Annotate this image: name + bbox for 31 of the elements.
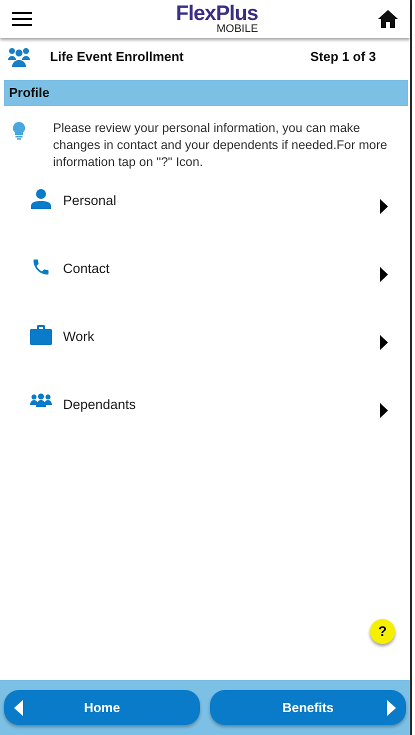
menu-item-label: Personal: [63, 192, 116, 210]
people-group-icon: [8, 47, 30, 67]
menu-item[interactable]: Dependants: [0, 395, 410, 463]
menu-icon[interactable]: [12, 12, 32, 26]
logo-subtitle: MOBILE: [216, 24, 258, 34]
right-triangle-icon: [380, 267, 388, 282]
instruction-text: Please review your personal information, you can make changes in contact and your dependents if needed.For more information tap on "?" Icon.: [53, 120, 388, 171]
menu-item[interactable]: Work: [0, 327, 410, 395]
page-title: Life Event Enrollment: [50, 48, 184, 66]
right-triangle-icon: [380, 403, 388, 418]
person-icon: [31, 189, 51, 209]
section-title: Profile: [9, 84, 50, 102]
home-icon[interactable]: [378, 10, 398, 28]
lightbulb-icon: [12, 122, 26, 140]
people-icon: [30, 393, 52, 407]
menu-item-label: Work: [63, 328, 94, 346]
briefcase-icon: [30, 325, 52, 345]
logo-title: FlexPlus: [176, 4, 258, 24]
right-triangle-icon: [387, 700, 396, 716]
menu-item-label: Contact: [63, 260, 110, 278]
right-triangle-icon: [380, 335, 388, 350]
right-triangle-icon: [380, 199, 388, 214]
benefits-button[interactable]: Benefits: [210, 690, 406, 725]
home-button[interactable]: Home: [4, 690, 200, 725]
phone-icon: [31, 257, 51, 277]
step-indicator: Step 1 of 3: [310, 48, 376, 66]
menu-item-label: Dependants: [63, 396, 136, 414]
left-triangle-icon: [14, 700, 23, 716]
help-button[interactable]: ?: [370, 619, 395, 644]
menu-item[interactable]: Personal: [0, 191, 410, 259]
menu-item[interactable]: Contact: [0, 259, 410, 327]
